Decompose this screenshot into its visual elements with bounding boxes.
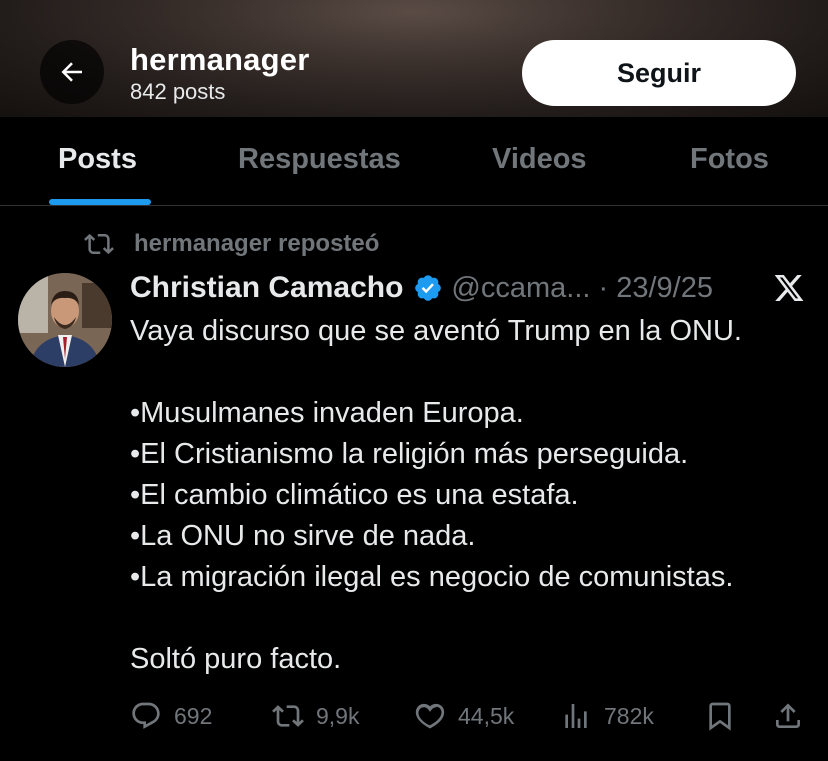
profile-tabs: Posts Respuestas Videos Fotos — [0, 117, 828, 206]
repost-count: 9,9k — [316, 702, 360, 729]
active-tab-indicator — [49, 199, 151, 205]
tweet-line: •El cambio climático es una estafa. — [130, 479, 579, 511]
repost-indicator: hermanager reposteó — [84, 228, 379, 260]
author-name[interactable]: Christian Camacho — [130, 271, 403, 305]
profile-header: hermanager 842 posts Seguir — [0, 0, 828, 117]
x-logo-icon[interactable] — [772, 272, 806, 304]
like-icon — [415, 703, 445, 729]
post-count: 842 posts — [130, 79, 226, 104]
like-count: 44,5k — [458, 702, 515, 729]
tab-respuestas[interactable]: Respuestas — [238, 143, 401, 176]
repost-button[interactable]: 9,9k — [272, 700, 359, 732]
avatar[interactable] — [18, 273, 112, 367]
avatar-photo — [18, 273, 112, 367]
tweet-line: Soltó puro facto. — [130, 643, 342, 675]
view-count: 782k — [604, 702, 654, 729]
tweet-line: Vaya discurso que se aventó Trump en la … — [130, 315, 742, 347]
repost-icon — [272, 705, 304, 727]
tab-fotos[interactable]: Fotos — [690, 143, 769, 176]
repost-icon — [84, 233, 114, 255]
handle-and-date[interactable]: @ccama... · 23/9/25 — [451, 272, 713, 305]
back-arrow-icon — [61, 62, 82, 82]
bookmark-icon — [709, 702, 731, 731]
bookmark-button[interactable] — [704, 700, 748, 732]
share-icon — [776, 703, 800, 728]
views-button[interactable]: 782k — [560, 700, 654, 732]
reply-icon — [132, 702, 160, 729]
tweet-line: •Musulmanes invaden Europa. — [130, 397, 524, 429]
views-icon — [565, 704, 587, 728]
tweet-actions: 692 9,9k 44,5k 782k — [0, 692, 828, 740]
back-button[interactable] — [40, 40, 104, 104]
verified-badge-icon — [415, 275, 442, 301]
reply-button[interactable]: 692 — [130, 700, 212, 732]
author-row: Christian Camacho @ccama... · 23/9/25 — [130, 268, 713, 308]
profile-title: hermanager — [130, 42, 310, 77]
tweet-line: •La ONU no sirve de nada. — [130, 520, 476, 552]
like-button[interactable]: 44,5k — [414, 700, 514, 732]
tweet-text: Vaya discurso que se aventó Trump en la … — [130, 311, 820, 680]
tweet-line: •La migración ilegal es negocio de comun… — [130, 561, 734, 593]
tweet-line: •El Cristianismo la religión más persegu… — [130, 438, 689, 470]
tab-videos[interactable]: Videos — [492, 143, 587, 176]
reply-count: 692 — [174, 702, 213, 729]
tab-posts[interactable]: Posts — [58, 143, 137, 176]
share-button[interactable] — [772, 700, 816, 732]
repost-label: hermanager reposteó — [134, 230, 380, 257]
follow-button[interactable]: Seguir — [522, 40, 796, 106]
